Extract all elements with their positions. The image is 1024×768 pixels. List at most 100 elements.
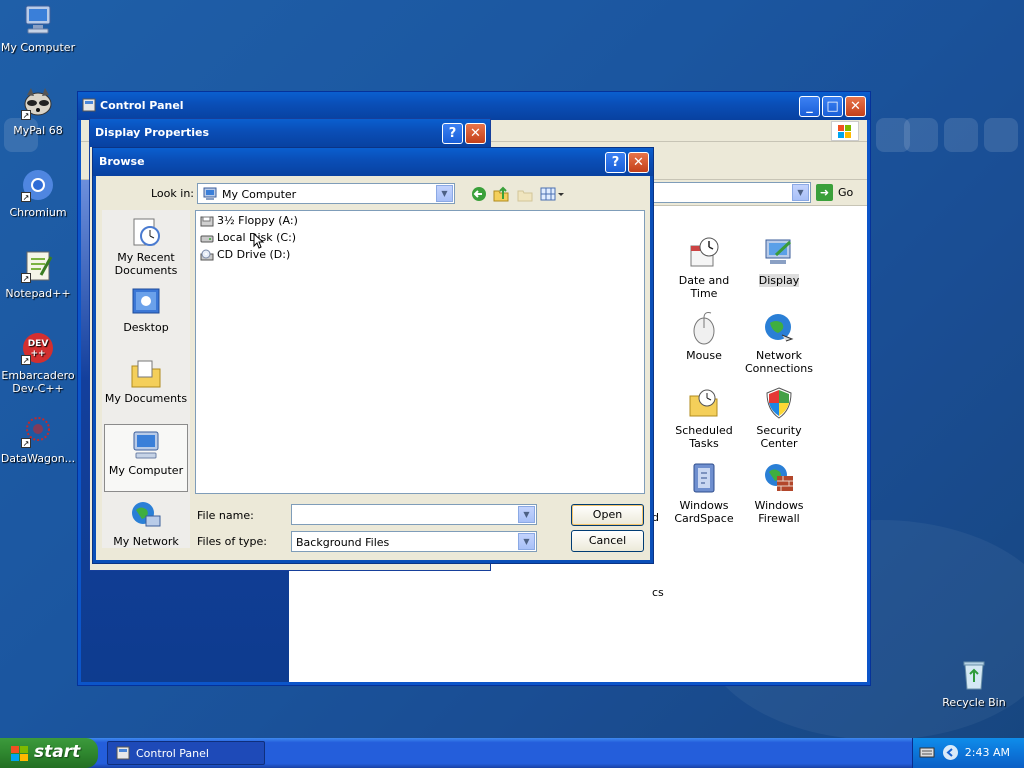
back-button[interactable]	[470, 185, 488, 203]
place-label: My Computer	[108, 464, 184, 477]
desktop-icon-label: MyPal 68	[13, 124, 63, 137]
place-label: Desktop	[123, 321, 169, 334]
open-button[interactable]: Open	[571, 504, 644, 526]
shortcut-arrow-icon: ↗	[21, 273, 31, 283]
desktop-icon-recycle-bin[interactable]: Recycle Bin	[936, 658, 1012, 709]
recycle-bin-icon	[957, 658, 991, 692]
shield-icon	[762, 386, 796, 420]
file-item-local-disk[interactable]: Local Disk (C:)	[200, 230, 296, 246]
computer-icon	[21, 3, 55, 37]
desktop-icon-label: Embarcadero Dev-C++	[1, 369, 75, 395]
file-item-cd-drive[interactable]: CD Drive (D:)	[200, 247, 290, 263]
help-button[interactable]: ?	[442, 123, 463, 144]
cd-drive-icon	[200, 249, 214, 261]
shortcut-arrow-icon: ↗	[21, 355, 31, 365]
place-desktop[interactable]: Desktop	[104, 282, 188, 350]
place-my-computer[interactable]: My Computer	[104, 424, 188, 492]
browse-titlebar[interactable]: Browse ? ✕	[93, 148, 653, 176]
devcpp-icon: DEV ++ ↗	[21, 331, 55, 365]
start-label: start	[34, 742, 81, 762]
display-properties-titlebar[interactable]: Display Properties ? ✕	[90, 119, 490, 147]
cp-item-label: Date and Time	[678, 274, 730, 300]
place-label: My Network	[113, 535, 179, 548]
cp-item-label: Windows Firewall	[754, 499, 804, 525]
close-button[interactable]: ✕	[845, 96, 866, 117]
system-tray: 2:43 AM	[912, 738, 1024, 768]
taskbar: start Control Panel 2:43 AM	[0, 738, 1024, 768]
cp-item-scheduled-tasks[interactable]: Scheduled Tasks	[664, 386, 744, 450]
new-folder-icon	[517, 190, 533, 202]
cp-item-display[interactable]: Display	[739, 236, 819, 287]
minimize-button[interactable]: _	[799, 96, 820, 117]
desktop-icon-datawagon[interactable]: ↗ DataWagon...	[0, 414, 76, 465]
computer-icon	[130, 429, 162, 461]
clock-icon	[687, 236, 721, 270]
cp-item-network-connections[interactable]: Network Connections	[739, 311, 819, 375]
desktop-decoration	[984, 118, 1018, 152]
cp-item-label: Mouse	[686, 349, 722, 362]
firewall-icon	[762, 461, 796, 495]
cp-item-label: Display	[758, 274, 800, 287]
desktop-icon-label: DataWagon...	[0, 452, 76, 465]
control-panel-titlebar[interactable]: Control Panel _ □ ✕	[78, 92, 870, 120]
go-button[interactable]: ➜ Go	[816, 183, 856, 203]
file-item-floppy[interactable]: 3½ Floppy (A:)	[200, 213, 298, 229]
view-menu-button[interactable]	[540, 185, 566, 203]
cp-item-security-center[interactable]: Security Center	[739, 386, 819, 450]
desktop-icon-devcpp[interactable]: DEV ++ ↗ Embarcadero Dev-C++	[0, 331, 76, 395]
place-my-documents[interactable]: My Documents	[104, 353, 188, 421]
chevron-down-icon[interactable]: ▼	[518, 533, 535, 550]
window-title: Control Panel	[100, 99, 184, 112]
mouse-icon	[687, 311, 721, 345]
place-recent-documents[interactable]: My Recent Documents	[104, 212, 188, 280]
look-in-combo[interactable]: My Computer ▼	[197, 183, 455, 204]
partial-item-label: cs	[652, 586, 664, 599]
cp-item-windows-cardspace[interactable]: Windows CardSpace	[664, 461, 744, 525]
place-my-network[interactable]: My Network	[104, 496, 188, 564]
place-label: My Recent Documents	[114, 251, 178, 277]
cp-item-mouse[interactable]: Mouse	[664, 311, 744, 362]
help-button[interactable]: ?	[605, 152, 626, 173]
cp-item-date-time[interactable]: Date and Time	[664, 236, 744, 300]
files-of-type-label: Files of type:	[197, 535, 268, 548]
desktop-icon-mypal[interactable]: ↗ MyPal 68	[0, 86, 76, 137]
taskbar-item-control-panel[interactable]: Control Panel	[107, 741, 265, 765]
start-button[interactable]: start	[0, 738, 98, 768]
close-button[interactable]: ✕	[465, 123, 486, 144]
keyboard-icon[interactable]	[919, 746, 935, 761]
up-folder-button[interactable]	[492, 185, 510, 203]
desktop-icon-label: My Computer	[0, 41, 76, 54]
file-name-label: File name:	[197, 509, 254, 522]
file-item-label: 3½ Floppy (A:)	[217, 214, 298, 227]
tray-expand-icon[interactable]	[943, 745, 958, 760]
desktop-icon-notepadpp[interactable]: ↗ Notepad++	[0, 249, 76, 300]
desktop-decoration	[944, 118, 978, 152]
chevron-down-icon[interactable]: ▼	[518, 506, 535, 523]
cancel-button[interactable]: Cancel	[571, 530, 644, 552]
maximize-button[interactable]: □	[822, 96, 843, 117]
chromium-icon: ↗	[21, 168, 55, 202]
chevron-down-icon[interactable]: ▼	[436, 185, 453, 202]
file-name-input[interactable]: ▼	[291, 504, 537, 525]
cp-item-label: Scheduled Tasks	[675, 424, 733, 450]
browse-body: Look in: My Computer ▼ My Recent Documen…	[96, 176, 650, 560]
cp-item-label: Security Center	[756, 424, 802, 450]
look-in-label: Look in:	[151, 187, 194, 200]
hard-disk-icon	[200, 232, 214, 244]
cp-item-windows-firewall[interactable]: Windows Firewall	[739, 461, 819, 525]
close-button[interactable]: ✕	[628, 152, 649, 173]
go-label: Go	[838, 186, 854, 199]
desktop-icon-my-computer[interactable]: My Computer	[0, 3, 76, 54]
network-globe-icon	[762, 311, 796, 345]
place-label: My Documents	[104, 392, 188, 405]
file-list: 3½ Floppy (A:) Local Disk (C:) CD Drive …	[195, 210, 645, 494]
windows-logo-icon	[10, 745, 30, 767]
shortcut-arrow-icon: ↗	[21, 110, 31, 120]
browse-dialog: Browse ? ✕ Look in: My Computer ▼ My Rec…	[92, 147, 654, 564]
new-folder-button[interactable]	[516, 185, 534, 203]
files-of-type-select[interactable]: Background Files ▼	[291, 531, 537, 552]
clock: 2:43 AM	[964, 746, 1010, 759]
desktop-icon-chromium[interactable]: ↗ Chromium	[0, 168, 76, 219]
cp-item-label: Network Connections	[745, 349, 813, 375]
chevron-down-icon[interactable]: ▼	[792, 184, 809, 201]
